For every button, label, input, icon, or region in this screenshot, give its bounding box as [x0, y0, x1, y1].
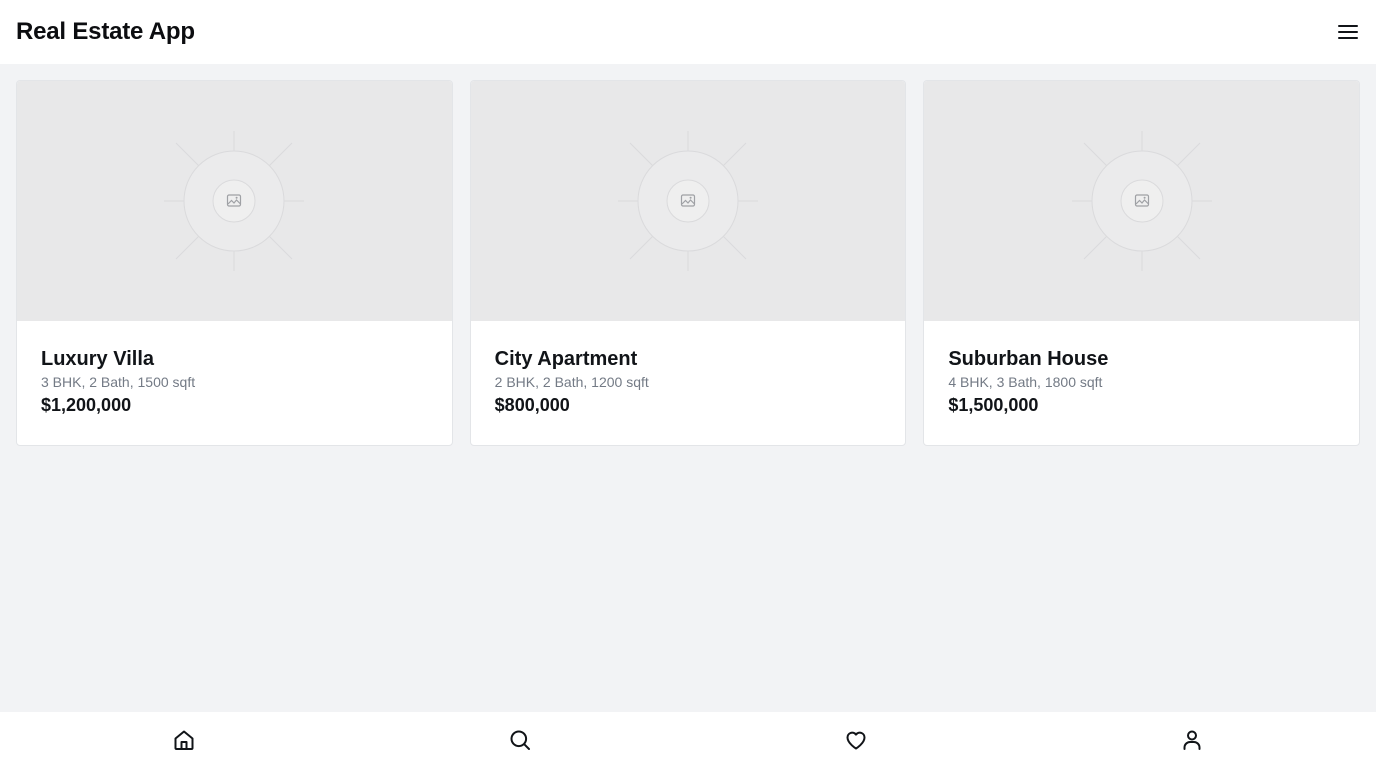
- app-title: Real Estate App: [16, 18, 195, 45]
- app-root: Real Estate App Luxury Villa 3 BHK, 2 Ba…: [0, 0, 1376, 768]
- search-icon: [510, 730, 530, 750]
- listing-specs: 4 BHK, 3 Bath, 1800 sqft: [948, 374, 1103, 390]
- listing-title: Suburban House: [948, 348, 1109, 370]
- bottom-navigation: [0, 712, 1376, 768]
- listing-price: $800,000: [494, 395, 570, 415]
- listing-grid: Luxury Villa 3 BHK, 2 Bath, 1500 sqft $1…: [16, 80, 1361, 446]
- listing-card[interactable]: Suburban House 4 BHK, 3 Bath, 1800 sqft …: [923, 80, 1361, 446]
- nav-favorites-button[interactable]: [688, 712, 1024, 768]
- user-icon: [1183, 730, 1201, 750]
- nav-search-button[interactable]: [352, 712, 688, 768]
- menu-icon: [1338, 25, 1358, 39]
- nav-home-button[interactable]: [16, 712, 352, 768]
- home-icon: [174, 730, 194, 750]
- image-placeholder-icon: [1071, 131, 1212, 271]
- listing-card[interactable]: City Apartment 2 BHK, 2 Bath, 1200 sqft …: [469, 80, 907, 446]
- listing-price: $1,200,000: [41, 395, 132, 415]
- listing-details: City Apartment 2 BHK, 2 Bath, 1200 sqft …: [471, 321, 906, 417]
- image-placeholder-icon: [164, 131, 305, 271]
- listing-title: City Apartment: [494, 348, 638, 370]
- listing-image-placeholder: [17, 81, 452, 321]
- listing-image-placeholder: [470, 81, 906, 321]
- listing-card[interactable]: Luxury Villa 3 BHK, 2 Bath, 1500 sqft $1…: [16, 80, 453, 446]
- top-app-bar: Real Estate App: [0, 0, 1376, 64]
- listing-details: Luxury Villa 3 BHK, 2 Bath, 1500 sqft $1…: [17, 321, 452, 417]
- listing-specs: 3 BHK, 2 Bath, 1500 sqft: [41, 374, 196, 390]
- image-placeholder-icon: [618, 131, 758, 271]
- nav-profile-button[interactable]: [1024, 712, 1360, 768]
- listing-image-placeholder: [924, 81, 1360, 321]
- listing-details: Suburban House 4 BHK, 3 Bath, 1800 sqft …: [924, 321, 1359, 417]
- listing-specs: 2 BHK, 2 Bath, 1200 sqft: [494, 374, 649, 390]
- heart-icon: [846, 731, 866, 750]
- listing-title: Luxury Villa: [41, 348, 155, 370]
- menu-button[interactable]: [1332, 16, 1364, 48]
- listing-price: $1,500,000: [948, 395, 1039, 415]
